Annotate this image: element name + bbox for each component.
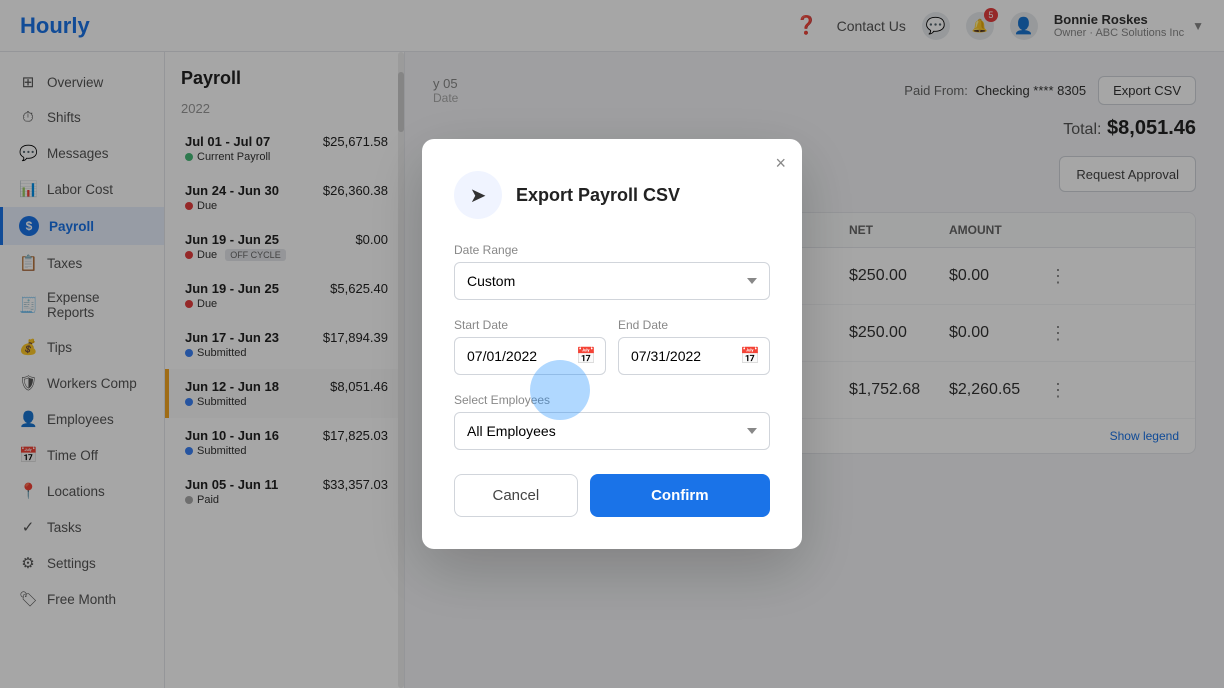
select-employees-select[interactable]: All Employees bbox=[454, 412, 770, 450]
modal-actions: Cancel Confirm bbox=[454, 474, 770, 517]
date-row: Start Date 📅 End Date 📅 bbox=[454, 318, 770, 375]
date-range-label: Date Range bbox=[454, 243, 770, 257]
end-date-input-wrap: 📅 bbox=[618, 337, 770, 375]
select-employees-label: Select Employees bbox=[454, 393, 770, 407]
modal-header: ➤ Export Payroll CSV bbox=[454, 171, 770, 219]
modal-title: Export Payroll CSV bbox=[516, 185, 680, 206]
export-icon: ➤ bbox=[470, 183, 487, 208]
cancel-button[interactable]: Cancel bbox=[454, 474, 578, 517]
date-range-field: Date Range Custom This Week Last Week Th… bbox=[454, 243, 770, 300]
start-date-field: Start Date 📅 bbox=[454, 318, 606, 375]
select-employees-field: Select Employees All Employees bbox=[454, 393, 770, 450]
start-date-input-wrap: 📅 bbox=[454, 337, 606, 375]
end-date-input[interactable] bbox=[618, 337, 770, 375]
modal-overlay: × ➤ Export Payroll CSV Date Range Custom… bbox=[0, 0, 1224, 688]
end-date-label: End Date bbox=[618, 318, 770, 332]
export-modal: × ➤ Export Payroll CSV Date Range Custom… bbox=[422, 139, 802, 549]
modal-close-button[interactable]: × bbox=[775, 153, 786, 174]
date-range-select[interactable]: Custom This Week Last Week This Month La… bbox=[454, 262, 770, 300]
end-date-field: End Date 📅 bbox=[618, 318, 770, 375]
confirm-button[interactable]: Confirm bbox=[590, 474, 770, 517]
start-date-label: Start Date bbox=[454, 318, 606, 332]
modal-icon-wrap: ➤ bbox=[454, 171, 502, 219]
start-date-input[interactable] bbox=[454, 337, 606, 375]
